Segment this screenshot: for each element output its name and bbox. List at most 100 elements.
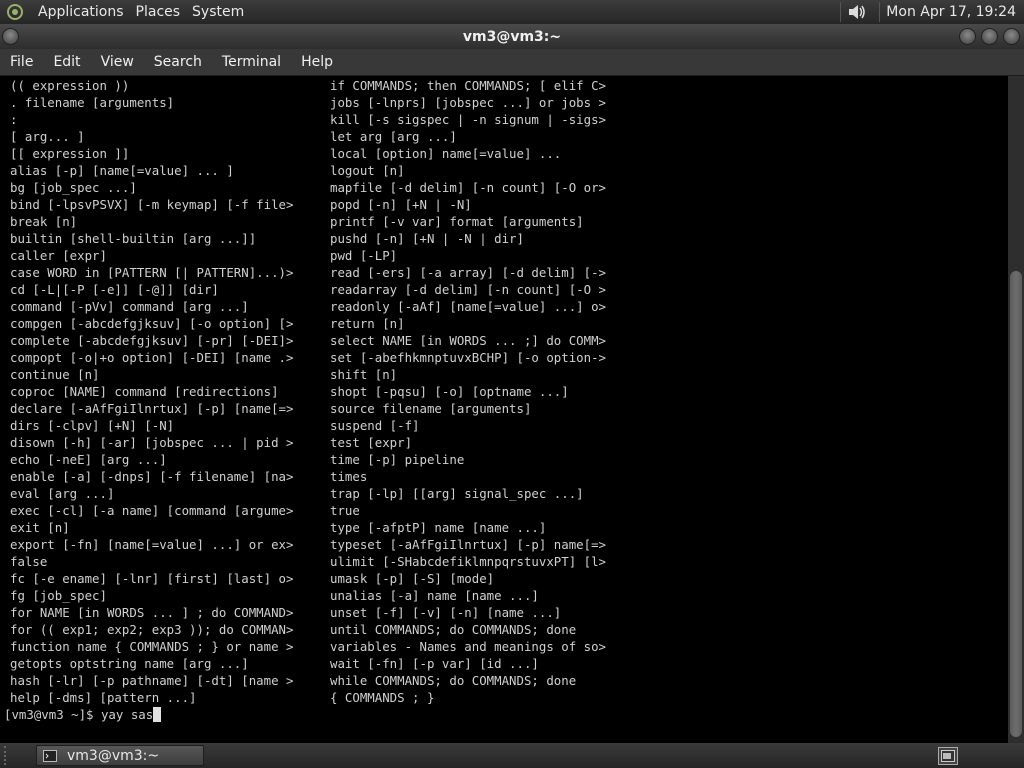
volume-icon[interactable] — [847, 3, 867, 21]
builtin-help-line: printf [-v var] format [arguments] — [330, 214, 584, 229]
builtin-help-line: test [expr] — [330, 435, 413, 450]
builtin-help-line: shift [n] — [330, 367, 398, 382]
builtin-help-line: trap [-lp] [[arg] signal_spec ...] — [330, 486, 584, 501]
window-title: vm3@vm3:~ — [462, 28, 562, 45]
close-button[interactable] — [1003, 28, 1020, 45]
builtin-help-line: false — [10, 554, 48, 569]
builtin-help-line: ulimit [-SHabcdefiklmnpqrstuvxPT] [l> — [330, 554, 607, 569]
builtin-help-line: function name { COMMANDS ; } or name > — [10, 639, 294, 654]
menu-terminal[interactable]: Terminal — [212, 54, 291, 70]
builtin-help-line: variables - Names and meanings of so> — [330, 639, 607, 654]
builtin-help-line: suspend [-f] — [330, 418, 420, 433]
maximize-button[interactable] — [981, 28, 998, 45]
builtin-help-line: pushd [-n] [+N | -N | dir] — [330, 231, 524, 246]
builtin-help-line: alias [-p] [name[=value] ... ] — [10, 163, 234, 178]
builtin-help-line: if COMMANDS; then COMMANDS; [ elif C> — [330, 78, 607, 93]
builtin-help-line: times — [330, 469, 368, 484]
builtin-help-line: return [n] — [330, 316, 405, 331]
builtin-help-line: set [-abefhkmnptuvxBCHP] [-o option-> — [330, 350, 607, 365]
builtin-help-line: echo [-neE] [arg ...] — [10, 452, 167, 467]
window-titlebar[interactable]: vm3@vm3:~ — [0, 24, 1024, 49]
builtin-help-line: while COMMANDS; do COMMANDS; done — [330, 673, 577, 688]
text-cursor — [153, 707, 162, 722]
builtin-help-line: wait [-fn] [-p var] [id ...] — [330, 656, 539, 671]
places-menu[interactable]: Places — [130, 4, 187, 20]
builtin-help-line: jobs [-lnprs] [jobspec ...] or jobs > — [330, 95, 607, 110]
minimize-button[interactable] — [959, 28, 976, 45]
builtin-help-line: source filename [arguments] — [330, 401, 532, 416]
builtin-help-line: caller [expr] — [10, 248, 107, 263]
builtins-left-column: (( expression )) . filename [arguments]: [… — [10, 77, 293, 706]
builtin-help-line: eval [arg ...] — [10, 486, 115, 501]
menu-search[interactable]: Search — [144, 54, 212, 70]
scrollbar-thumb[interactable] — [1010, 271, 1022, 737]
builtin-help-line: bind [-lpsvPSVX] [-m keymap] [-f file> — [10, 197, 294, 212]
menu-view[interactable]: View — [91, 54, 144, 70]
builtin-help-line: time [-p] pipeline — [330, 452, 465, 467]
builtin-help-line: break [n] — [10, 214, 78, 229]
builtin-help-line: cd [-L|[-P [-e]] [-@]] [dir] — [10, 282, 219, 297]
builtin-help-line: shopt [-pqsu] [-o] [optname ...] — [330, 384, 569, 399]
builtin-help-line: let arg [arg ...] — [330, 129, 457, 144]
builtin-help-line: enable [-a] [-dnps] [-f filename] [na> — [10, 469, 294, 484]
builtin-help-line: disown [-h] [-ar] [jobspec ... | pid > — [10, 435, 294, 450]
builtin-help-line: unset [-f] [-v] [-n] [name ...] — [330, 605, 562, 620]
builtin-help-line: until COMMANDS; do COMMANDS; done — [330, 622, 577, 637]
builtin-help-line: compgen [-abcdefgjksuv] [-o option] [> — [10, 316, 294, 331]
builtin-help-line: coproc [NAME] command [redirections] — [10, 384, 279, 399]
builtin-help-line: case WORD in [PATTERN [| PATTERN]...)> — [10, 265, 294, 280]
builtin-help-line: readarray [-d delim] [-n count] [-O > — [330, 282, 607, 297]
panel-separator — [840, 2, 842, 22]
builtin-help-line: readonly [-aAf] [name[=value] ...] o> — [330, 299, 607, 314]
taskbar-window-button[interactable]: vm3@vm3:~ — [36, 745, 204, 766]
builtin-help-line: bg [job_spec ...] — [10, 180, 137, 195]
builtin-help-line: compopt [-o|+o option] [-DEI] [name .> — [10, 350, 294, 365]
system-menu[interactable]: System — [186, 4, 250, 20]
window-menu-button[interactable] — [2, 28, 19, 45]
terminal-icon — [43, 749, 57, 762]
builtin-help-line: complete [-abcdefgjksuv] [-pr] [-DEI]> — [10, 333, 294, 348]
builtin-help-line: hash [-lr] [-p pathname] [-dt] [name > — [10, 673, 294, 688]
builtin-help-line: continue [n] — [10, 367, 100, 382]
builtin-help-line: export [-fn] [name[=value] ...] or ex> — [10, 537, 294, 552]
builtin-help-line: help [-dms] [pattern ...] — [10, 690, 197, 705]
terminal-menubar: File Edit View Search Terminal Help — [0, 49, 1024, 76]
taskbar-window-label: vm3@vm3:~ — [67, 747, 160, 764]
builtin-help-line: command [-pVv] command [arg ...] — [10, 299, 249, 314]
panel-grip — [4, 746, 10, 765]
prompt-text: [vm3@vm3 ~]$ yay sas — [4, 707, 154, 722]
builtin-help-line: mapfile [-d delim] [-n count] [-O or> — [330, 180, 607, 195]
builtin-help-line: getopts optstring name [arg ...] — [10, 656, 249, 671]
applications-menu[interactable]: Applications — [32, 4, 130, 20]
clock[interactable]: Mon Apr 17, 19:24 — [886, 4, 1024, 20]
builtin-help-line: { COMMANDS ; } — [330, 690, 435, 705]
builtin-help-line: for NAME [in WORDS ... ] ; do COMMAND> — [10, 605, 294, 620]
builtin-help-line: [[ expression ]] — [10, 146, 130, 161]
builtin-help-line: exec [-cl] [-a name] [command [argume> — [10, 503, 294, 518]
builtin-help-line: select NAME [in WORDS ... ;] do COMM> — [330, 333, 607, 348]
builtin-help-line: fg [job_spec] — [10, 588, 107, 603]
builtin-help-line: (( expression )) — [10, 78, 130, 93]
builtin-help-line: dirs [-clpv] [+N] [-N] — [10, 418, 175, 433]
builtin-help-line: type [-afptP] name [name ...] — [330, 520, 547, 535]
builtin-help-line: umask [-p] [-S] [mode] — [330, 571, 495, 586]
builtin-help-line: logout [n] — [330, 163, 405, 178]
builtin-help-line: builtin [shell-builtin [arg ...]] — [10, 231, 257, 246]
builtin-help-line: local [option] name[=value] ... — [330, 146, 562, 161]
menu-help[interactable]: Help — [291, 54, 343, 70]
workspace-switcher-icon[interactable] — [938, 746, 958, 765]
terminal-scrollbar[interactable] — [1008, 76, 1024, 743]
builtin-help-line: typeset [-aAfFgiIlnrtux] [-p] name[=> — [330, 537, 607, 552]
terminal-output[interactable]: (( expression )) . filename [arguments]: [… — [0, 76, 1008, 743]
menu-edit[interactable]: Edit — [43, 54, 90, 70]
menu-file[interactable]: File — [0, 54, 43, 70]
builtin-help-line: true — [330, 503, 360, 518]
builtin-help-line: unalias [-a] name [name ...] — [330, 588, 539, 603]
builtin-help-line: for (( exp1; exp2; exp3 )); do COMMAN> — [10, 622, 294, 637]
panel-separator — [879, 2, 881, 22]
prompt-line[interactable]: [vm3@vm3 ~]$ yay sas — [4, 706, 162, 723]
builtin-help-line: pwd [-LP] — [330, 248, 398, 263]
builtin-help-line: fc [-e ename] [-lnr] [first] [last] o> — [10, 571, 294, 586]
builtin-help-line: . filename [arguments] — [10, 95, 175, 110]
distro-logo-icon[interactable] — [6, 3, 24, 21]
